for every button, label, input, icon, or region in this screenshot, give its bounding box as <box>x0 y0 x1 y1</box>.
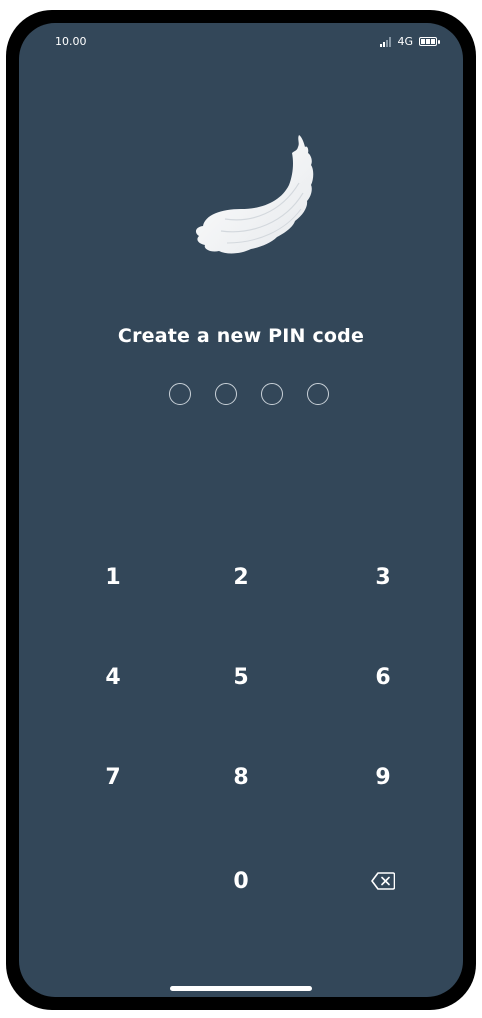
key-7[interactable]: 7 <box>73 737 153 817</box>
key-4[interactable]: 4 <box>73 637 153 717</box>
backspace-button[interactable] <box>343 841 423 921</box>
home-indicator[interactable] <box>170 986 312 991</box>
key-2[interactable]: 2 <box>201 537 281 617</box>
pin-indicator <box>169 383 329 407</box>
status-indicators: 4G <box>380 35 440 48</box>
status-time: 10.00 <box>55 35 87 48</box>
pin-dot <box>261 383 283 405</box>
app-screen: 10.00 4G Create a new PIN code 1 2 3 4 5… <box>19 23 463 997</box>
pin-dot <box>169 383 191 405</box>
key-0[interactable]: 0 <box>201 841 281 921</box>
key-3[interactable]: 3 <box>343 537 423 617</box>
battery-icon <box>419 37 440 46</box>
feather-brush-logo-icon <box>195 135 314 254</box>
key-8[interactable]: 8 <box>201 737 281 817</box>
key-1[interactable]: 1 <box>73 537 153 617</box>
network-type: 4G <box>397 35 413 48</box>
phone-frame: 10.00 4G Create a new PIN code 1 2 3 4 5… <box>6 10 476 1010</box>
key-5[interactable]: 5 <box>201 637 281 717</box>
pin-dot <box>307 383 329 405</box>
key-6[interactable]: 6 <box>343 637 423 717</box>
signal-icon <box>380 36 392 47</box>
key-9[interactable]: 9 <box>343 737 423 817</box>
pin-dot <box>215 383 237 405</box>
status-bar: 10.00 4G <box>19 23 463 63</box>
backspace-icon <box>371 872 395 890</box>
page-title: Create a new PIN code <box>117 325 365 347</box>
